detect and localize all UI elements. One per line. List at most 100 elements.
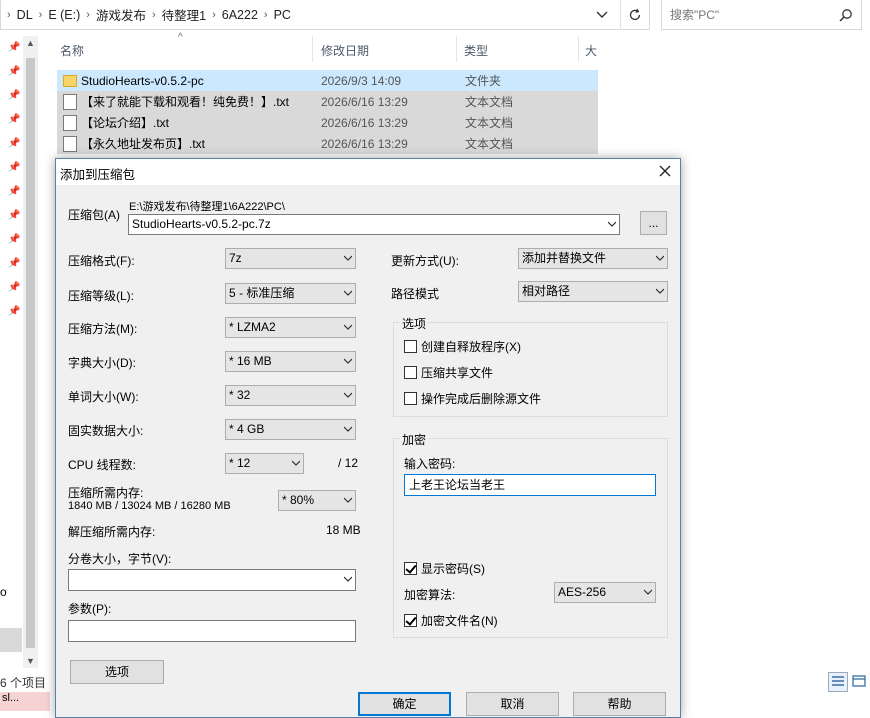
solid-block-select[interactable]: * 4 GB <box>225 419 356 440</box>
compress-shared-label: 压缩共享文件 <box>421 366 494 380</box>
encrypt-filenames-checkbox[interactable]: 加密文件名(N) <box>404 612 498 629</box>
checkbox-checked[interactable] <box>404 614 417 627</box>
word-size-select[interactable]: * 32 <box>225 385 356 406</box>
breadcrumb-item[interactable]: 待整理1 <box>156 5 212 24</box>
file-type: 文件夹 <box>465 74 502 88</box>
chevron-down-icon <box>608 221 616 227</box>
chevron-down-icon <box>656 288 664 294</box>
show-password-checkbox[interactable]: 显示密码(S) <box>404 560 485 577</box>
dialog-titlebar[interactable]: 添加到压缩包 <box>56 159 680 185</box>
breadcrumb-item[interactable]: PC <box>268 8 297 22</box>
archive-path: E:\游戏发布\待整理1\6A222\PC\ <box>129 201 285 213</box>
file-type: 文本文档 <box>465 137 514 151</box>
encryption-method-select[interactable]: AES-256 <box>554 582 656 603</box>
breadcrumb-item[interactable]: E (E:) <box>42 8 86 22</box>
address-bar[interactable]: › DL › E (E:) › 游戏发布 › 待整理1 › 6A222 › PC <box>0 0 650 30</box>
cpu-threads-select[interactable]: * 12 <box>225 453 304 474</box>
options-group-title: 选项 <box>400 315 429 332</box>
checkbox-checked[interactable] <box>404 562 417 575</box>
chevron-down-icon <box>292 460 300 466</box>
help-button[interactable]: 帮助 <box>573 692 666 716</box>
details-view-button[interactable] <box>828 672 848 692</box>
file-name: 【永久地址发布页】.txt <box>81 137 206 151</box>
scroll-up-icon[interactable]: ▲ <box>23 38 38 48</box>
text-file-icon <box>63 93 77 110</box>
close-button[interactable] <box>654 160 676 182</box>
create-sfx-checkbox[interactable]: 创建自释放程序(X) <box>404 338 521 355</box>
pin-icon: 📌 <box>8 258 21 269</box>
password-label: 输入密码: <box>404 457 456 471</box>
method-value: * LZMA2 <box>229 320 276 334</box>
breadcrumb-item[interactable]: DL <box>11 8 39 22</box>
folder-icon <box>63 74 77 87</box>
compress-shared-checkbox[interactable]: 压缩共享文件 <box>404 364 493 381</box>
nav-item-fragment[interactable]: o <box>0 585 7 599</box>
nav-selected-item[interactable] <box>0 628 22 652</box>
pin-icon: 📌 <box>8 66 21 77</box>
ok-button[interactable]: 确定 <box>358 692 451 716</box>
vertical-scrollbar[interactable]: ▲ ▼ <box>23 36 38 668</box>
file-name: StudioHearts-v0.5.2-pc <box>81 73 204 88</box>
decompress-memory-value: 18 MB <box>326 523 361 537</box>
path-mode-select[interactable]: 相对路径 <box>518 281 668 302</box>
chevron-down-icon <box>344 324 352 330</box>
cancel-button[interactable]: 取消 <box>466 692 559 716</box>
file-type: 文本文档 <box>465 116 514 130</box>
scroll-down-icon[interactable]: ▼ <box>23 656 38 666</box>
memory-label: 压缩所需内存: <box>68 486 144 500</box>
chevron-down-icon <box>596 11 608 18</box>
volume-size-combo[interactable] <box>68 569 356 591</box>
password-input[interactable]: 上老王论坛当老王 <box>404 474 656 496</box>
column-date[interactable]: 修改日期 <box>321 42 369 59</box>
column-divider[interactable] <box>578 36 579 62</box>
browse-button[interactable]: ... <box>640 211 667 235</box>
cpu-threads-label: CPU 线程数: <box>68 458 137 472</box>
update-mode-select[interactable]: 添加并替换文件 <box>518 248 668 269</box>
level-label: 压缩等级(L): <box>68 289 135 303</box>
pin-icon: 📌 <box>8 162 21 173</box>
taskbar-fragment[interactable]: sl... <box>0 692 50 711</box>
checkbox-unchecked[interactable] <box>404 392 417 405</box>
search-input[interactable]: 搜索"PC" <box>661 0 862 30</box>
column-type[interactable]: 类型 <box>464 42 488 59</box>
checkbox-unchecked[interactable] <box>404 366 417 379</box>
archive-name-value: StudioHearts-v0.5.2-pc.7z <box>132 217 271 231</box>
file-name: 【论坛介绍】.txt <box>81 116 170 130</box>
chevron-down-icon <box>344 255 352 261</box>
file-row[interactable]: 【永久地址发布页】.txt 2026/6/16 13:29 文本文档 <box>57 133 598 154</box>
column-divider[interactable] <box>312 36 313 62</box>
delete-after-label: 操作完成后删除源文件 <box>421 392 542 406</box>
delete-after-checkbox[interactable]: 操作完成后删除源文件 <box>404 390 541 407</box>
pin-icon: 📌 <box>8 186 21 197</box>
breadcrumb-item[interactable]: 6A222 <box>216 8 264 22</box>
refresh-button[interactable] <box>620 0 648 30</box>
options-button[interactable]: 选项 <box>70 660 164 684</box>
address-history-dropdown-button[interactable] <box>588 0 616 30</box>
file-row[interactable]: 【来了就能下载和观看！纯免费！】.txt 2026/6/16 13:29 文本文… <box>57 91 598 112</box>
column-name[interactable]: 名称 <box>60 42 84 59</box>
archive-name-combo[interactable]: StudioHearts-v0.5.2-pc.7z <box>128 214 620 235</box>
column-size[interactable]: 大 <box>585 42 597 59</box>
column-header: 名称 ^ 修改日期 类型 大 <box>50 32 600 62</box>
format-select[interactable]: 7z <box>225 248 356 269</box>
pin-icon: 📌 <box>8 306 21 317</box>
breadcrumb-item[interactable]: 游戏发布 <box>90 5 152 24</box>
sort-ascending-icon: ^ <box>178 32 183 43</box>
column-divider[interactable] <box>456 36 457 62</box>
chevron-down-icon <box>344 576 352 582</box>
large-icons-view-button[interactable] <box>850 672 870 692</box>
dictionary-select[interactable]: * 16 MB <box>225 351 356 372</box>
parameters-input[interactable] <box>68 620 356 642</box>
update-mode-label: 更新方式(U): <box>391 254 459 268</box>
memory-value: 1840 MB / 13024 MB / 16280 MB <box>68 500 231 512</box>
encryption-method-value: AES-256 <box>558 585 607 599</box>
memory-percent-select[interactable]: * 80% <box>278 490 356 511</box>
scrollbar-thumb[interactable] <box>26 58 35 648</box>
archive-label: 压缩包(A) <box>68 208 120 222</box>
file-row[interactable]: 【论坛介绍】.txt 2026/6/16 13:29 文本文档 <box>57 112 598 133</box>
file-date: 2026/6/16 13:29 <box>321 94 408 109</box>
file-row[interactable]: StudioHearts-v0.5.2-pc 2026/9/3 14:09 文件… <box>57 70 598 91</box>
method-select[interactable]: * LZMA2 <box>225 317 356 338</box>
checkbox-unchecked[interactable] <box>404 340 417 353</box>
level-select[interactable]: 5 - 标准压缩 <box>225 283 356 304</box>
